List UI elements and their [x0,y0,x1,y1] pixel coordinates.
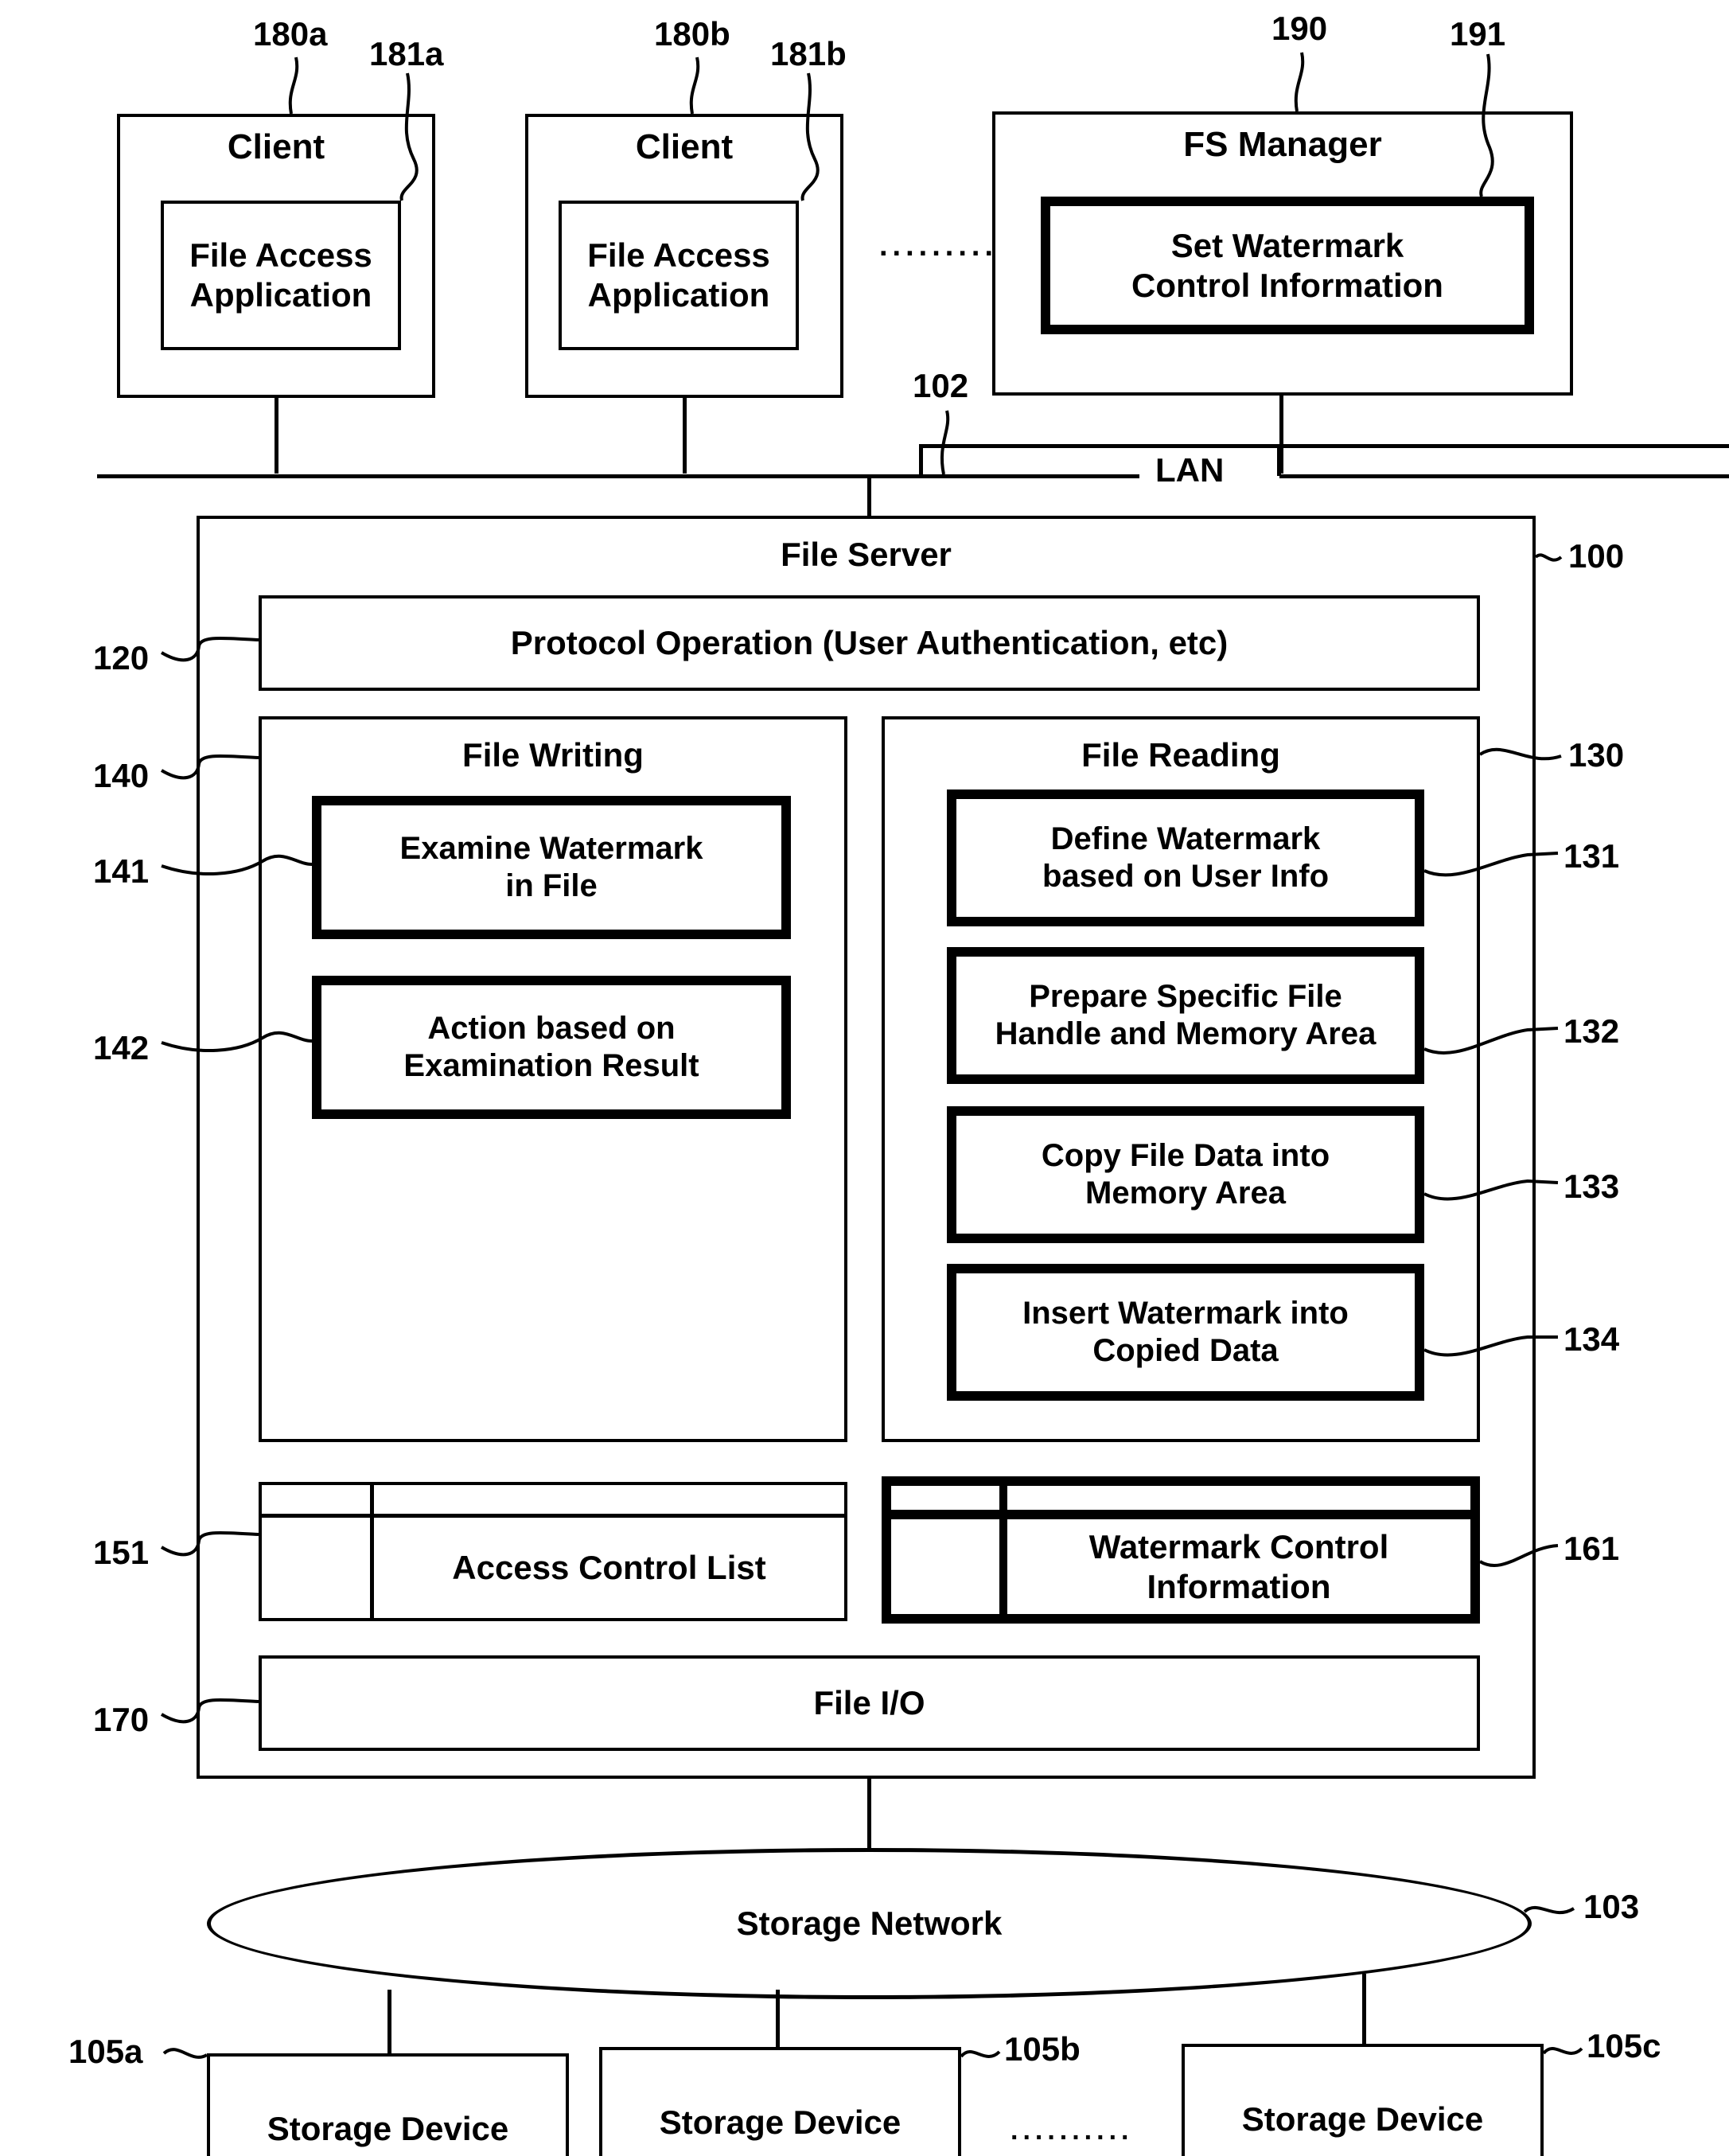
storage-device-b-connector [776,1990,780,2049]
storage-device-b-label: Storage Device [659,2103,901,2142]
step-141-line2: in File [505,868,598,903]
copy-file-data-into-memory-area-box: Copy File Data into Memory Area [947,1106,1424,1243]
lan-bus-left-riser [919,444,923,474]
wci-header-divider [891,1510,1470,1519]
ref-142: 142 [93,1029,150,1066]
examine-watermark-in-file-box: Examine Watermark in File [312,796,791,939]
step-141-line1: Examine Watermark [399,830,703,866]
client-a-app-line1: File Access [189,236,372,275]
storage-device-c-box: Storage Device [1182,2044,1544,2156]
storage-device-a-box: Storage Device [207,2053,569,2156]
file-server-lan-connector [867,474,871,517]
step-142-line1: Action based on [427,1010,676,1046]
prepare-specific-file-handle-and-memory-area-box: Prepare Specific File Handle and Memory … [947,947,1424,1084]
wci-line1: Watermark Control [1088,1527,1389,1565]
client-a-file-access-application-box: File Access Application [161,201,401,350]
ref-140: 140 [93,757,150,794]
ref-105b: 105b [1004,2030,1081,2068]
define-watermark-based-on-user-info-box: Define Watermark based on User Info [947,789,1424,926]
ref-102: 102 [913,367,969,404]
ref-181b: 181b [770,35,847,72]
ref-151: 151 [93,1534,150,1571]
storage-device-c-label: Storage Device [1241,2100,1484,2138]
ref-181a: 181a [369,35,444,72]
storage-device-a-label: Storage Device [267,2110,509,2148]
access-control-list-box: Access Control List [259,1482,847,1621]
ref-131: 131 [1563,837,1620,875]
step-132-line2: Handle and Memory Area [995,1016,1377,1051]
storage-network-label: Storage Network [736,1905,1003,1942]
client-b-title: Client [635,127,734,166]
step-132-line1: Prepare Specific File [1029,978,1342,1014]
step-131-line2: based on User Info [1042,859,1330,894]
step-142-line2: Examination Result [403,1048,699,1083]
protocol-operation-label: Protocol Operation (User Authentication,… [510,624,1229,662]
ref-170: 170 [93,1701,150,1738]
ref-105a: 105a [68,2033,143,2070]
file-server-title: File Server [781,536,952,573]
action-based-on-examination-result-box: Action based on Examination Result [312,976,791,1119]
ref-103: 103 [1583,1888,1640,1925]
step-131-line1: Define Watermark [1050,821,1321,856]
lan-label: LAN [1155,451,1225,489]
file-writing-title: File Writing [462,736,644,774]
ref-130: 130 [1568,736,1625,774]
ref-161: 161 [1563,1530,1620,1567]
ref-105c: 105c [1587,2027,1661,2064]
step-133-line1: Copy File Data into [1041,1137,1330,1173]
access-control-list-label: Access Control List [452,1549,766,1587]
client-a-lan-connector [275,398,278,474]
wci-line2: Information [1147,1567,1331,1605]
storage-device-c-connector [1362,1974,1366,2045]
client-a-title: Client [227,127,325,166]
insert-watermark-into-copied-data-box: Insert Watermark into Copied Data [947,1264,1424,1401]
file-server-storage-connector [867,1779,871,1849]
fs-manager-title: FS Manager [1183,125,1382,164]
file-io-label: File I/O [813,1684,925,1722]
set-watermark-line2: Control Information [1131,266,1443,304]
protocol-operation-box: Protocol Operation (User Authentication,… [259,595,1480,691]
ref-133: 133 [1563,1168,1620,1205]
lan-bus-lower-left [97,474,1139,478]
patent-figure: Client File Access Application 180a 181a… [0,0,1729,2156]
ref-190: 190 [1271,10,1328,47]
ref-180a: 180a [253,15,328,53]
ref-191: 191 [1450,15,1506,53]
file-reading-title: File Reading [1081,736,1280,774]
step-134-line1: Insert Watermark into [1022,1295,1349,1331]
clients-ellipsis: .......... [879,229,1011,263]
lan-bus-upper-left [921,444,1729,448]
wci-column-divider [999,1486,1007,1614]
client-b-lan-connector [683,398,687,474]
client-b-app-line2: Application [587,276,770,314]
lan-bus-right-riser [1277,444,1281,476]
ref-120: 120 [93,639,150,676]
client-b-file-access-application-box: File Access Application [559,201,799,350]
watermark-control-information-box: Watermark Control Information [882,1476,1480,1624]
lan-bus-lower-right [1279,474,1729,478]
storage-device-a-connector [387,1990,391,2053]
ref-100: 100 [1568,537,1625,575]
ref-180b: 180b [654,15,730,53]
client-a-app-line2: Application [189,276,372,314]
client-b-app-line1: File Access [587,236,770,275]
ref-141: 141 [93,852,150,890]
file-io-box: File I/O [259,1655,1480,1751]
set-watermark-control-information-box: Set Watermark Control Information [1041,197,1534,334]
storage-device-b-box: Storage Device [599,2047,961,2156]
ref-132: 132 [1563,1012,1620,1050]
step-134-line2: Copied Data [1092,1333,1279,1368]
storage-network-ellipse: Storage Network [207,1848,1532,1999]
ref-134: 134 [1563,1320,1620,1358]
storage-devices-ellipsis: .......... [1011,2115,1134,2146]
watermark-control-information-caption: Watermark Control Information [1007,1519,1470,1614]
step-133-line2: Memory Area [1085,1175,1286,1211]
set-watermark-line1: Set Watermark [1170,226,1404,264]
